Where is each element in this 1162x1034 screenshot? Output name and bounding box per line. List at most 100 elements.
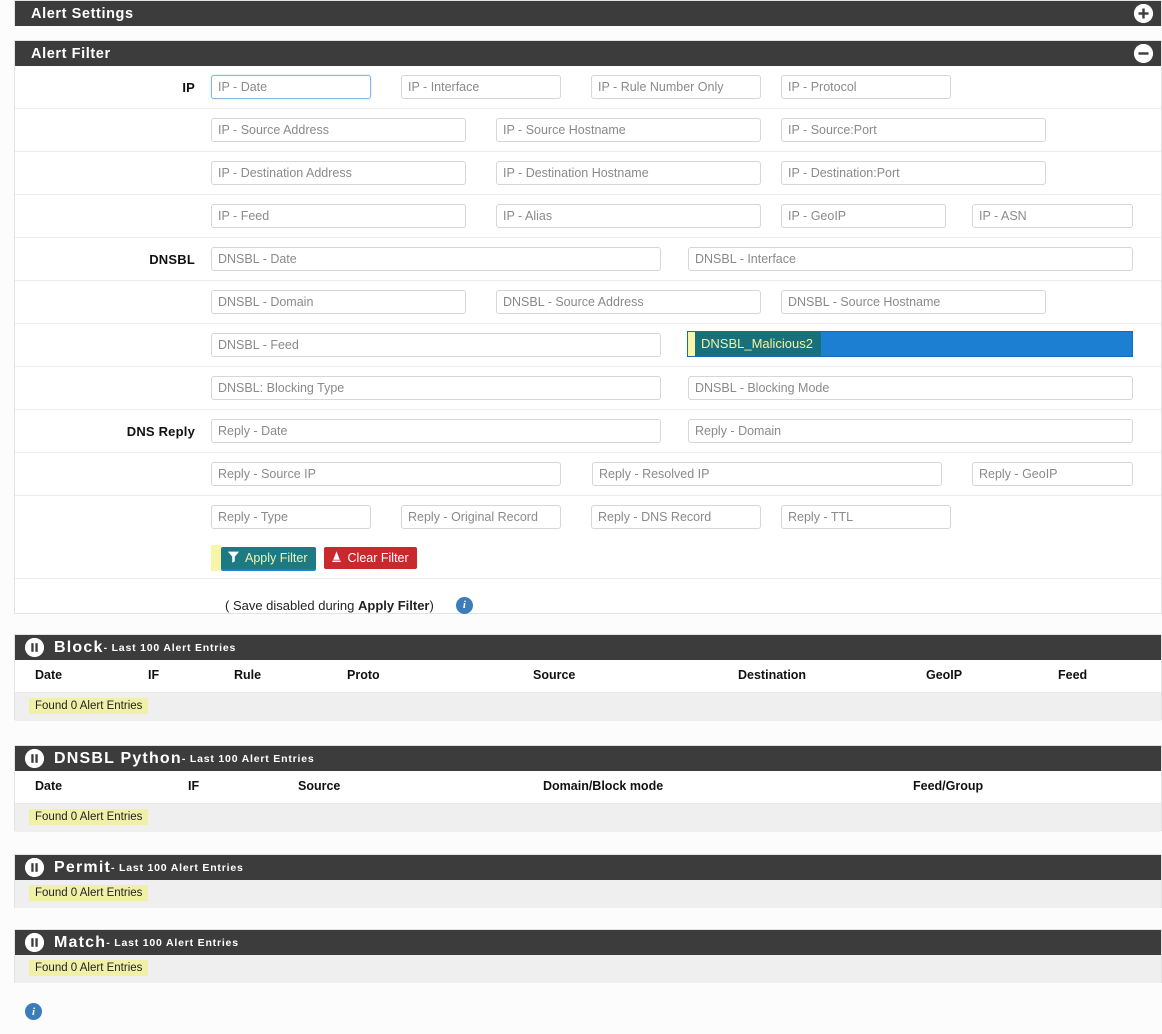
alert-filter-title: Alert Filter <box>31 45 111 62</box>
footer-info-icon[interactable]: i <box>25 1003 42 1020</box>
filter-fields <box>211 367 1161 409</box>
results-title: DNSBL Python <box>54 749 182 767</box>
autocomplete-left-strip <box>688 332 695 356</box>
filter-input[interactable] <box>496 204 761 228</box>
filter-input[interactable] <box>781 161 1046 185</box>
results-title: Permit <box>54 858 111 876</box>
filter-row <box>15 453 1161 496</box>
funnel-icon <box>227 550 240 566</box>
filter-input[interactable] <box>591 75 761 99</box>
pause-circle-icon[interactable] <box>25 749 44 768</box>
filter-row <box>15 496 1161 538</box>
filter-fields <box>211 281 1161 323</box>
results-subtitle: - Last 100 Alert Entries <box>181 752 315 765</box>
alert-settings-header[interactable]: Alert Settings <box>15 1 1161 26</box>
results-panel: Block - Last 100 Alert Entries Date IF Rule P… <box>14 634 1162 721</box>
filter-input[interactable] <box>591 505 761 529</box>
results-header[interactable]: Permit - Last 100 Alert Entries <box>15 855 1161 880</box>
eraser-icon <box>330 550 343 566</box>
results-header[interactable]: Match - Last 100 Alert Entries <box>15 930 1161 955</box>
filter-input[interactable] <box>211 290 466 314</box>
pause-circle-icon[interactable] <box>25 933 44 952</box>
filter-input[interactable] <box>211 75 371 99</box>
filter-input[interactable] <box>211 462 561 486</box>
filter-input[interactable] <box>781 290 1046 314</box>
found-entries-badge: Found 0 Alert Entries <box>29 698 149 714</box>
filter-row: DNS Reply <box>15 410 1161 453</box>
filter-input[interactable] <box>401 75 561 99</box>
filter-input[interactable] <box>496 161 761 185</box>
found-entries-badge: Found 0 Alert Entries <box>29 809 149 825</box>
results-subtitle: - Last 100 Alert Entries <box>106 936 239 949</box>
filter-input[interactable] <box>211 204 466 228</box>
filter-row: DNSBL_Malicious2 <box>15 324 1161 367</box>
filter-row <box>15 367 1161 410</box>
filter-input[interactable] <box>781 505 951 529</box>
filter-row: DNSBL <box>15 238 1161 281</box>
filter-input[interactable] <box>211 161 466 185</box>
column-header: Date <box>35 779 63 793</box>
filter-input[interactable] <box>496 290 761 314</box>
filter-fields <box>211 410 1161 452</box>
alerts-page: Alert Settings Alert Filter IP DNSBL DNSBL… <box>0 0 1162 1034</box>
filter-input[interactable] <box>211 419 661 443</box>
filter-fields <box>211 195 1161 237</box>
filter-row <box>15 281 1161 324</box>
filter-fields <box>211 66 1161 108</box>
column-header: Feed/Group <box>913 779 984 793</box>
results-body: Found 0 Alert Entries <box>15 955 1161 983</box>
panel-alert-settings: Alert Settings <box>14 0 1162 26</box>
results-title: Block <box>54 638 104 656</box>
apply-filter-button[interactable]: Apply Filter <box>211 545 316 571</box>
clear-filter-button[interactable]: Clear Filter <box>323 547 417 569</box>
filter-input[interactable] <box>401 505 561 529</box>
plus-circle-icon[interactable] <box>1134 4 1153 23</box>
filter-input[interactable] <box>211 333 661 357</box>
filter-input[interactable] <box>972 462 1133 486</box>
filter-input[interactable] <box>496 118 761 142</box>
note-strong: Apply Filter <box>357 597 430 613</box>
filter-input[interactable] <box>781 204 946 228</box>
alert-filter-header[interactable]: Alert Filter <box>15 41 1161 66</box>
filter-row <box>15 152 1161 195</box>
filter-group-label: DNS Reply <box>126 423 195 439</box>
results-header[interactable]: DNSBL Python - Last 100 Alert Entries <box>15 746 1161 771</box>
results-panel: Match - Last 100 Alert Entries Found 0 Ale… <box>14 929 1162 983</box>
filter-row: IP <box>15 66 1161 109</box>
filter-input[interactable] <box>972 204 1133 228</box>
autocomplete-selected-text: DNSBL_Malicious2 <box>695 332 821 356</box>
results-header[interactable]: Block - Last 100 Alert Entries <box>15 635 1161 660</box>
filter-input[interactable] <box>781 75 951 99</box>
filter-input[interactable] <box>781 118 1046 142</box>
pause-circle-icon[interactable] <box>25 638 44 657</box>
found-entries-badge: Found 0 Alert Entries <box>29 885 149 901</box>
filter-input[interactable] <box>211 118 466 142</box>
results-body: Found 0 Alert Entries <box>15 880 1161 908</box>
info-icon[interactable]: i <box>455 596 473 614</box>
pause-circle-icon[interactable] <box>25 858 44 877</box>
filter-input[interactable] <box>211 376 661 400</box>
minus-circle-icon[interactable] <box>1134 44 1153 63</box>
filter-input[interactable] <box>211 247 661 271</box>
column-header: Feed <box>1058 668 1088 682</box>
column-header: Rule <box>234 668 262 682</box>
filter-fields <box>211 453 1161 495</box>
filter-input[interactable] <box>211 505 371 529</box>
clear-filter-label: Clear Filter <box>347 551 409 565</box>
results-subtitle: - Last 100 Alert Entries <box>111 861 244 874</box>
filter-input[interactable] <box>688 247 1133 271</box>
column-header: Source <box>533 668 576 682</box>
filter-input[interactable] <box>688 419 1133 443</box>
dnsbl-group-autocomplete-field[interactable]: DNSBL_Malicious2 <box>687 331 1133 357</box>
save-disabled-note-row: ( Save disabled during Apply Filter) i <box>15 579 1161 631</box>
note-prefix: ( Save disabled during <box>225 597 358 613</box>
column-header: IF <box>148 668 160 682</box>
results-body: Found 0 Alert Entries <box>15 804 1161 832</box>
results-panel: Permit - Last 100 Alert Entries Found 0 Al… <box>14 854 1162 908</box>
filter-group-label: IP <box>182 79 195 95</box>
filter-input[interactable] <box>688 376 1133 400</box>
alert-filter-body: IP DNSBL DNSBL_Malicious2 DNS Reply <box>15 66 1161 538</box>
filter-input[interactable] <box>592 462 942 486</box>
column-header: Date <box>35 668 63 682</box>
results-panel: DNSBL Python - Last 100 Alert Entries Date… <box>14 745 1162 832</box>
